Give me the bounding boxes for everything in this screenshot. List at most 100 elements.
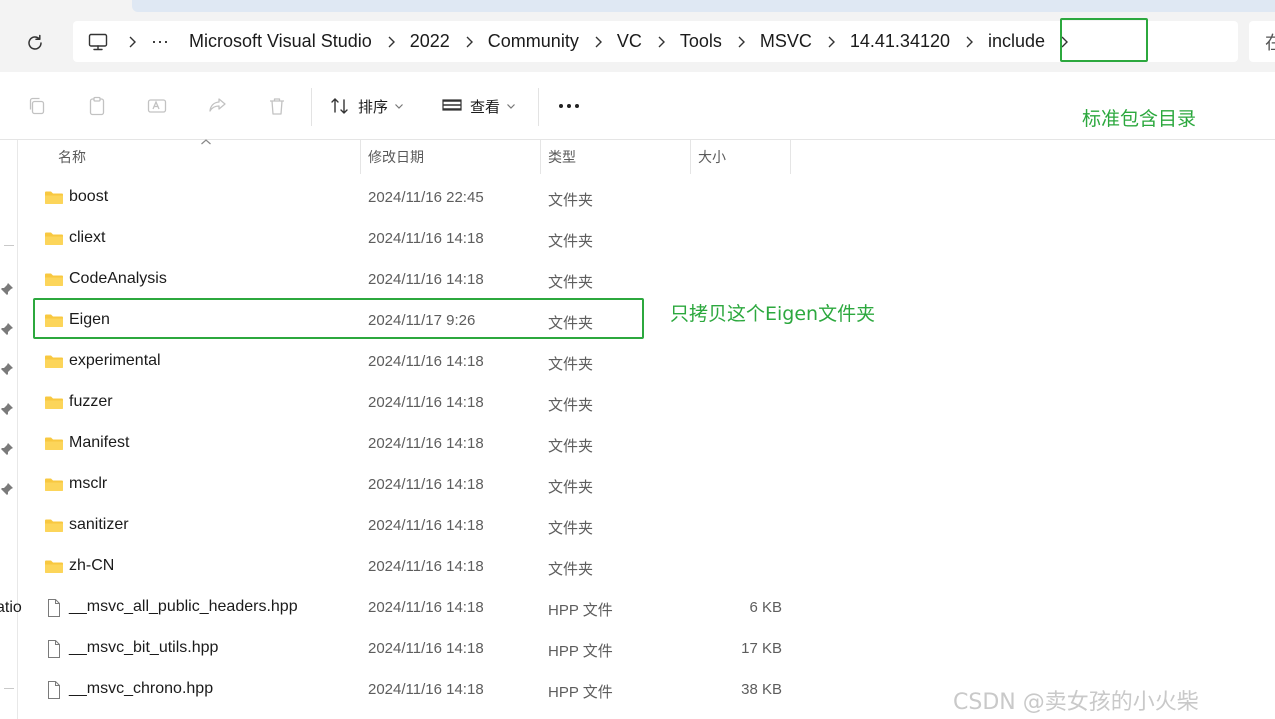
list-item[interactable]: Manifest 2024/11/16 14:18 文件夹 [18,423,798,464]
breadcrumb-msvc[interactable]: MSVC [750,21,822,62]
list-item[interactable]: __msvc_all_public_headers.hpp 2024/11/16… [18,587,798,628]
column-label: 名称 [58,149,86,165]
breadcrumb-version[interactable]: 14.41.34120 [840,21,960,62]
file-modified: 2024/11/16 22:45 [368,189,484,206]
breadcrumb-2022[interactable]: 2022 [400,21,460,62]
list-item[interactable]: __msvc_chrono.hpp 2024/11/16 14:18 HPP 文… [18,669,798,710]
chevron-right-icon[interactable] [460,21,478,62]
breadcrumb-more[interactable]: ··· [141,21,179,62]
folder-icon [45,355,63,368]
file-modified: 2024/11/16 14:18 [368,230,484,247]
rename-button[interactable] [145,94,169,118]
file-modified: 2024/11/16 14:18 [368,476,484,493]
share-button[interactable] [205,94,229,118]
file-size: 17 KB [741,640,782,657]
pin-icon[interactable] [0,402,14,416]
list-item[interactable]: zh-CN 2024/11/16 14:18 文件夹 [18,546,798,587]
file-size: 38 KB [741,681,782,698]
chevron-right-icon[interactable] [589,21,607,62]
chevron-right-icon[interactable] [123,21,141,62]
column-type-header[interactable]: 类型 [548,140,576,174]
column-modified-header[interactable]: 修改日期 [368,140,424,174]
list-item[interactable]: fuzzer 2024/11/16 14:18 文件夹 [18,382,798,423]
folder-icon [45,437,63,450]
list-item[interactable]: CodeAnalysis 2024/11/16 14:18 文件夹 [18,259,798,300]
sort-label: 排序 [358,98,389,116]
view-button[interactable]: 查看 [442,90,516,122]
address-bar[interactable]: ··· Microsoft Visual Studio 2022 Communi… [73,18,1238,62]
file-name: __msvc_chrono.hpp [69,680,214,697]
monitor-icon [88,33,108,50]
file-modified: 2024/11/16 14:18 [368,271,484,288]
file-type: 文件夹 [548,561,594,578]
address-row: ··· Microsoft Visual Studio 2022 Communi… [0,12,1275,72]
eigen-annotation: 只拷贝这个Eigen文件夹 [670,303,876,325]
refresh-button[interactable] [20,28,50,58]
column-divider[interactable] [540,140,541,174]
file-type: 文件夹 [548,192,594,209]
list-item[interactable]: msclr 2024/11/16 14:18 文件夹 [18,464,798,505]
paste-button[interactable] [85,94,109,118]
toolbar-divider [311,88,312,126]
chevron-right-icon[interactable] [822,21,840,62]
file-name: zh-CN [69,557,115,574]
chevron-right-icon[interactable] [652,21,670,62]
breadcrumb-vs[interactable]: Microsoft Visual Studio [179,21,382,62]
folder-icon [45,396,63,409]
file-modified: 2024/11/16 14:18 [368,640,484,657]
sort-button[interactable]: 排序 [330,90,404,122]
sort-ascending-icon [201,139,211,145]
breadcrumb-community[interactable]: Community [478,21,589,62]
this-pc-crumb[interactable] [87,21,109,62]
column-divider[interactable] [790,140,791,174]
breadcrumb-vc[interactable]: VC [607,21,652,62]
list-item[interactable]: boost 2024/11/16 22:45 文件夹 [18,177,798,218]
file-name: CodeAnalysis [69,270,167,287]
breadcrumb-tools[interactable]: Tools [670,21,732,62]
sort-icon [331,98,348,114]
active-tab[interactable] [132,0,1275,12]
file-type: 文件夹 [548,274,594,291]
list-item[interactable]: sanitizer 2024/11/16 14:18 文件夹 [18,505,798,546]
chevron-down-icon [507,104,515,109]
more-options-button[interactable] [555,94,583,118]
pin-icon[interactable] [0,482,14,496]
delete-button[interactable] [265,94,289,118]
copy-button[interactable] [25,94,49,118]
file-modified: 2024/11/16 14:18 [368,681,484,698]
list-item[interactable]: __msvc_bit_utils.hpp 2024/11/16 14:18 HP… [18,628,798,669]
include-highlight-box [1060,18,1148,62]
folder-icon [45,560,63,573]
search-input[interactable]: 在 [1249,21,1275,62]
breadcrumb-label: include [988,31,1046,51]
pin-icon[interactable] [0,282,14,296]
search-placeholder: 在 [1265,33,1275,53]
chevron-down-icon [395,104,403,109]
file-type: 文件夹 [548,233,594,250]
column-divider[interactable] [690,140,691,174]
column-divider[interactable] [360,140,361,174]
column-name-header[interactable]: 名称 [58,140,86,174]
eigen-highlight-box [33,298,644,339]
breadcrumb-include[interactable]: include [978,21,1055,62]
chevron-right-icon[interactable] [382,21,400,62]
pin-icon[interactable] [0,362,14,376]
list-item[interactable]: experimental 2024/11/16 14:18 文件夹 [18,341,798,382]
list-item[interactable]: cliext 2024/11/16 14:18 文件夹 [18,218,798,259]
chevron-right-icon[interactable] [960,21,978,62]
pin-icon[interactable] [0,442,14,456]
more-crumbs-label: ··· [151,31,169,51]
pin-icon[interactable] [0,322,14,336]
file-modified: 2024/11/16 14:18 [368,558,484,575]
refresh-icon [28,34,42,50]
column-label: 大小 [698,149,726,165]
nav-divider [4,688,14,689]
chevron-right-icon[interactable] [732,21,750,62]
file-icon [48,640,60,658]
file-type: HPP 文件 [548,643,613,660]
clipboard-icon [89,96,105,116]
breadcrumb-label: 2022 [409,31,450,51]
column-size-header[interactable]: 大小 [698,140,726,174]
list-view-icon [442,99,462,111]
breadcrumb-label: Microsoft Visual Studio [188,31,372,51]
